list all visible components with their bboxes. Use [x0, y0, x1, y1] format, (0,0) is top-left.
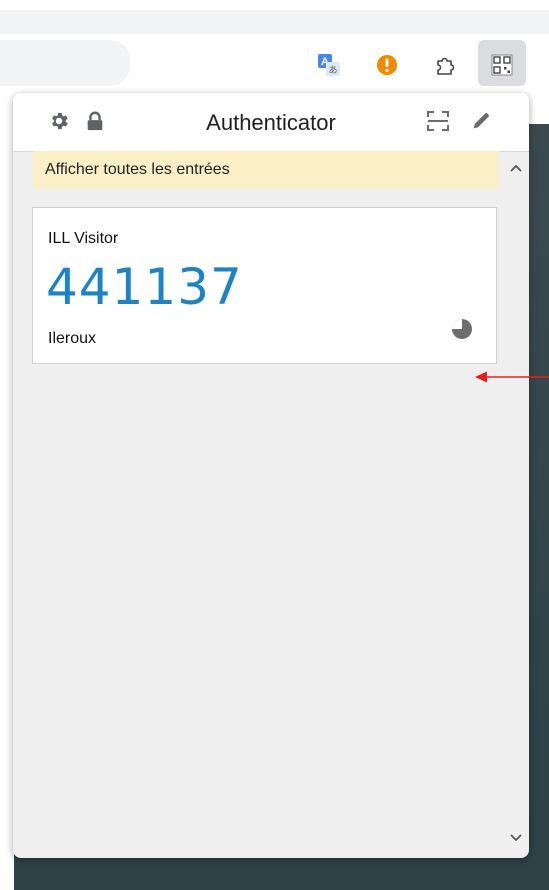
entry-account: Ileroux: [48, 330, 97, 347]
extensions-puzzle-icon[interactable]: [432, 52, 458, 78]
authenticator-popup: Authenticator Afficher toutes les entrée…: [13, 93, 529, 858]
alert-icon[interactable]: [374, 52, 400, 78]
popup-header: Authenticator: [13, 93, 529, 152]
show-all-entries-label: Afficher toutes les entrées: [45, 161, 230, 178]
show-all-entries-banner[interactable]: Afficher toutes les entrées: [33, 151, 499, 189]
entry-issuer: ILL Visitor: [48, 230, 119, 247]
otp-code[interactable]: 441137: [46, 258, 243, 316]
qr-code-extension-icon[interactable]: [489, 52, 515, 78]
timer-pie-icon: [451, 318, 475, 342]
popup-scrollbar[interactable]: [503, 151, 529, 858]
lock-icon[interactable]: [84, 110, 108, 134]
pencil-icon[interactable]: [470, 110, 494, 134]
otp-entry-card[interactable]: ILL Visitor 441137 Ileroux: [32, 207, 497, 364]
chevron-up-icon[interactable]: [507, 159, 525, 177]
page-left-edge: [0, 94, 14, 890]
translate-icon[interactable]: A あ: [316, 52, 342, 78]
browser-tab-strip: [0, 10, 549, 34]
annotation-arrow: [474, 369, 549, 385]
address-bar[interactable]: [0, 40, 130, 86]
popup-title: Authenticator: [206, 110, 336, 135]
chevron-down-icon[interactable]: [507, 829, 525, 847]
gear-icon[interactable]: [48, 110, 72, 134]
svg-text:あ: あ: [328, 65, 337, 75]
scan-qr-icon[interactable]: [426, 110, 450, 134]
